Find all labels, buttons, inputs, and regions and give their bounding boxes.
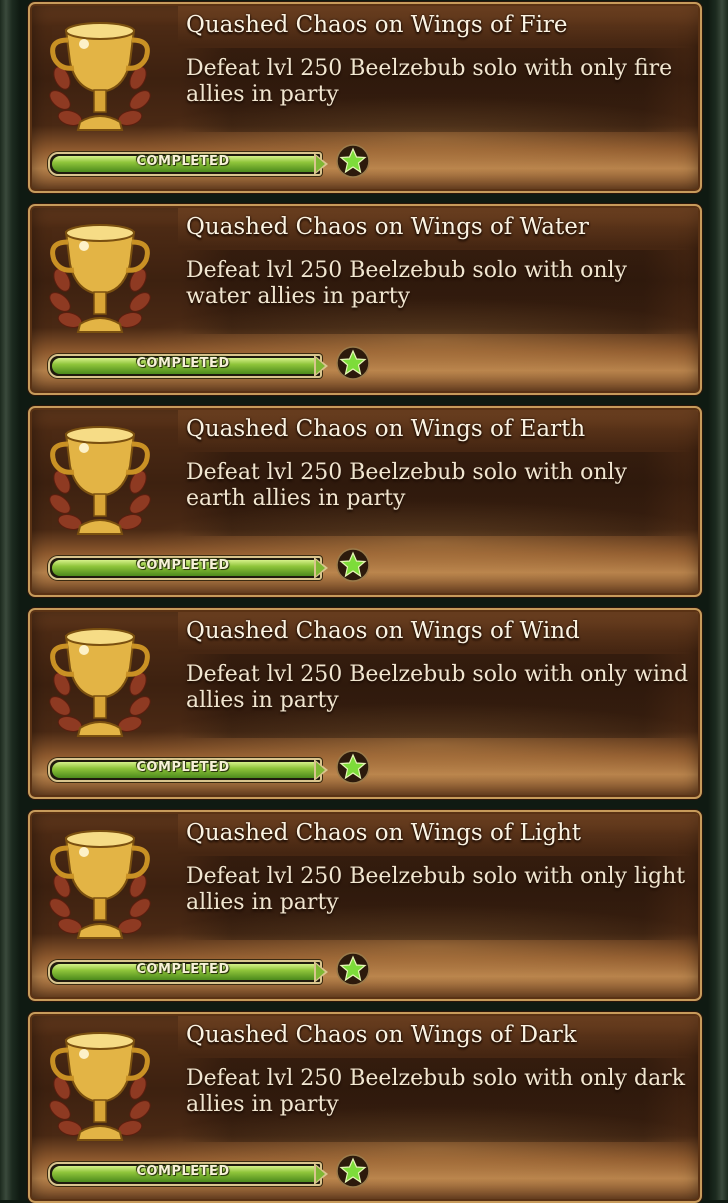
star-icon [336,750,370,784]
progress-bar: COMPLETED [48,958,328,984]
achievement-title: Quashed Chaos on Wings of Dark [186,1022,577,1048]
status-label: COMPLETED [136,1164,230,1179]
achievement-card[interactable]: Quashed Chaos on Wings of Water Defeat l… [28,204,702,395]
achievement-description: Defeat lvl 250 Beelzebub solo with only … [186,1066,686,1117]
trophy-icon [49,224,151,333]
trophy-icon [49,426,151,535]
achievement-card[interactable]: Quashed Chaos on Wings of Light Defeat l… [28,810,702,1001]
status-label: COMPLETED [136,760,230,775]
star-icon [336,144,370,178]
star-icon [336,346,370,380]
progress-bar: COMPLETED [48,352,328,378]
progress-bar: COMPLETED [48,554,328,580]
achievement-description: Defeat lvl 250 Beelzebub solo with only … [186,460,627,511]
achievement-card[interactable]: Quashed Chaos on Wings of Dark Defeat lv… [28,1012,702,1203]
trophy-icon [49,1032,151,1141]
achievement-list: Quashed Chaos on Wings of Fire Defeat lv… [28,0,702,1203]
achievement-card[interactable]: Quashed Chaos on Wings of Fire Defeat lv… [28,2,702,193]
achievement-description: Defeat lvl 250 Beelzebub solo with only … [186,258,627,309]
achievement-title: Quashed Chaos on Wings of Water [186,214,589,240]
status-label: COMPLETED [136,154,230,169]
trophy-icon [49,830,151,939]
star-icon [336,1154,370,1188]
status-label: COMPLETED [136,962,230,977]
achievement-title: Quashed Chaos on Wings of Wind [186,618,580,644]
achievement-title: Quashed Chaos on Wings of Light [186,820,582,846]
achievement-title: Quashed Chaos on Wings of Fire [186,12,568,38]
status-label: COMPLETED [136,558,230,573]
progress-bar: COMPLETED [48,756,328,782]
trophy-icon [49,628,151,737]
achievement-description: Defeat lvl 250 Beelzebub solo with only … [186,864,686,915]
progress-bar: COMPLETED [48,150,328,176]
status-label: COMPLETED [136,356,230,371]
star-icon [336,548,370,582]
star-icon [336,952,370,986]
achievement-card[interactable]: Quashed Chaos on Wings of Wind Defeat lv… [28,608,702,799]
achievement-description: Defeat lvl 250 Beelzebub solo with only … [186,56,673,107]
progress-bar: COMPLETED [48,1160,328,1186]
achievement-description: Defeat lvl 250 Beelzebub solo with only … [186,662,689,713]
achievement-title: Quashed Chaos on Wings of Earth [186,416,586,442]
trophy-icon [49,22,151,131]
achievement-card[interactable]: Quashed Chaos on Wings of Earth Defeat l… [28,406,702,597]
